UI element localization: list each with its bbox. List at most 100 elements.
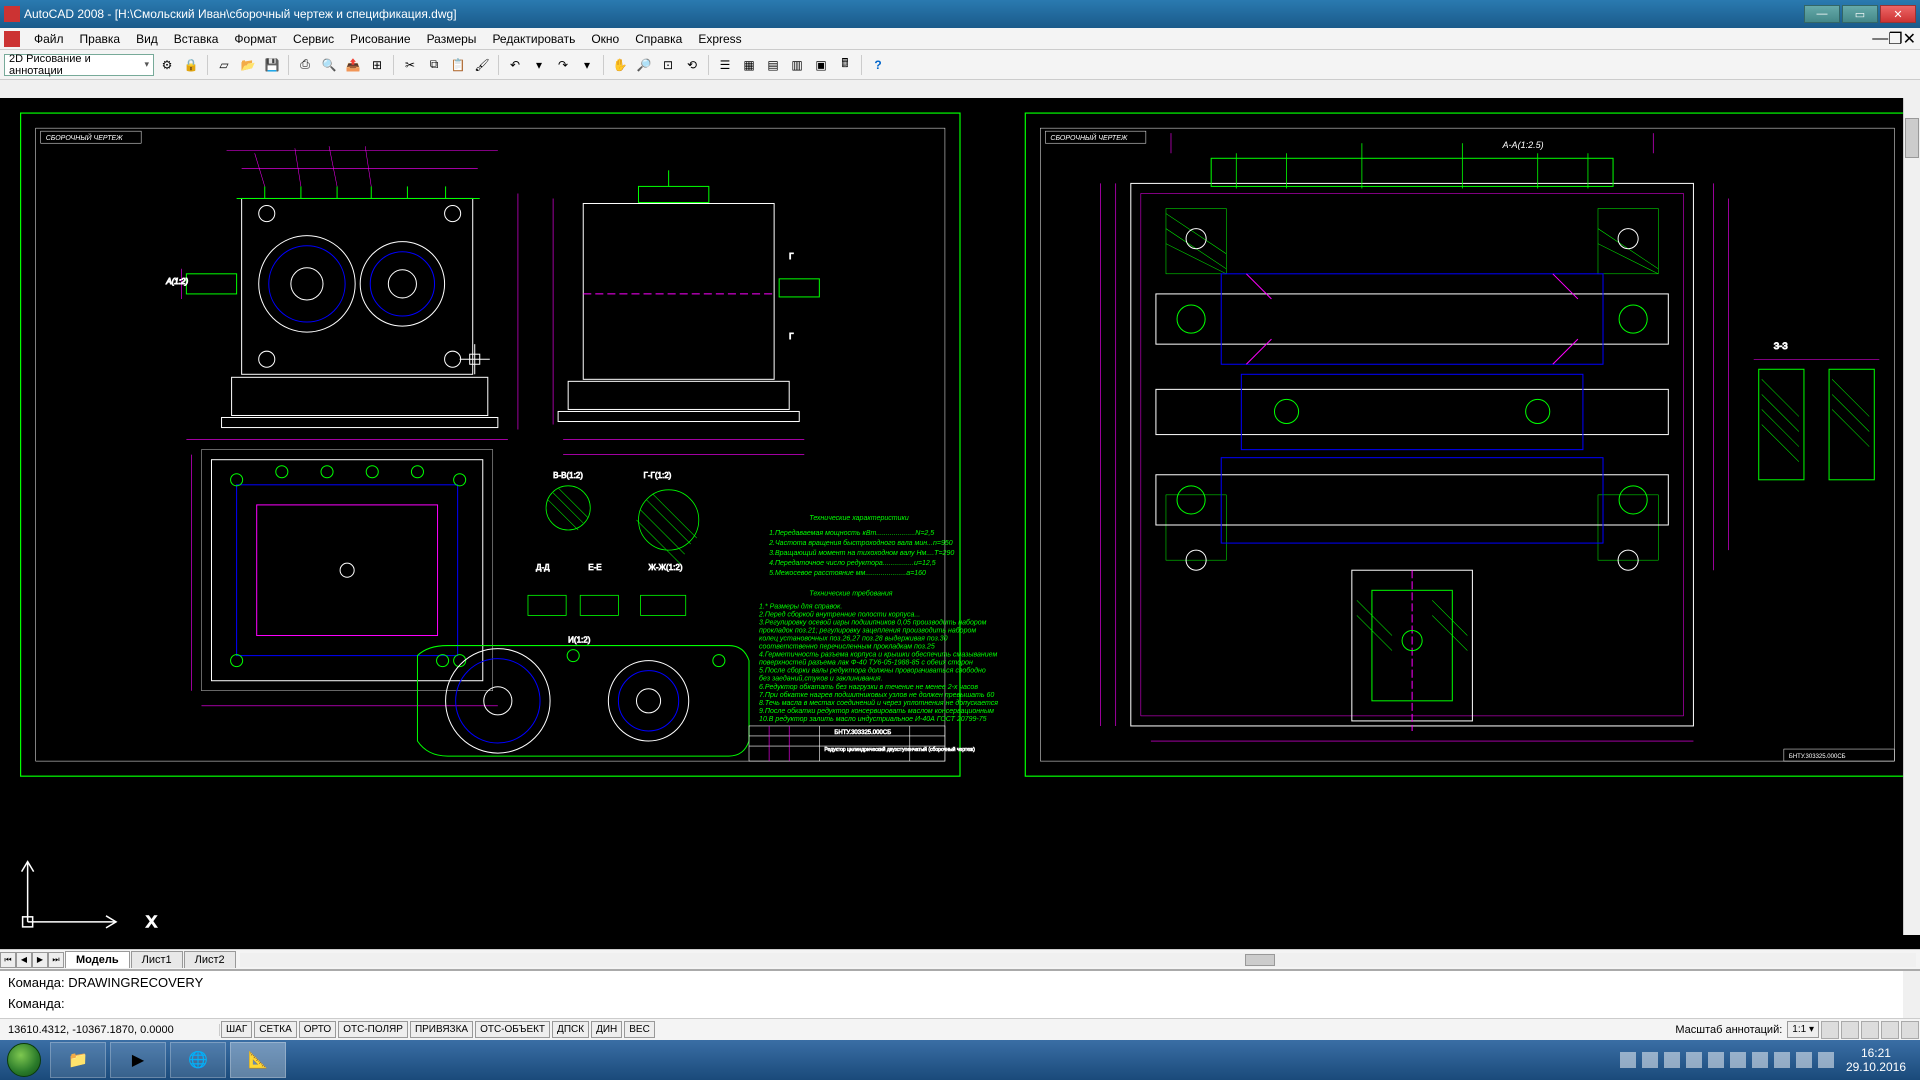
- undo-dropdown-icon[interactable]: ▾: [528, 54, 550, 76]
- match-props-icon[interactable]: 🖌: [471, 54, 493, 76]
- tray-volume-icon[interactable]: [1686, 1052, 1702, 1068]
- save-icon[interactable]: 💾: [261, 54, 283, 76]
- status-tray-icon[interactable]: [1881, 1021, 1899, 1039]
- close-button[interactable]: ✕: [1880, 5, 1916, 23]
- menu-service[interactable]: Сервис: [285, 30, 342, 48]
- tab-model[interactable]: Модель: [65, 951, 130, 968]
- tray-icon[interactable]: [1752, 1052, 1768, 1068]
- print-preview-icon[interactable]: 🔍: [318, 54, 340, 76]
- tray-icon[interactable]: [1642, 1052, 1658, 1068]
- menu-express[interactable]: Express: [690, 30, 749, 48]
- tab-sheet1[interactable]: Лист1: [131, 951, 183, 968]
- horizontal-scrollbar[interactable]: [240, 953, 1916, 967]
- menu-format[interactable]: Формат: [226, 30, 285, 48]
- maximize-button[interactable]: ▭: [1842, 5, 1878, 23]
- zoom-icon[interactable]: 🔎: [633, 54, 655, 76]
- menu-dimensions[interactable]: Размеры: [419, 30, 485, 48]
- workspace-settings-icon[interactable]: ⚙: [156, 54, 178, 76]
- taskbar-autocad[interactable]: 📐: [230, 1042, 286, 1078]
- workspace-combo[interactable]: 2D Рисование и аннотации: [4, 54, 154, 76]
- menu-window[interactable]: Окно: [583, 30, 627, 48]
- zoom-previous-icon[interactable]: ⟲: [681, 54, 703, 76]
- properties-icon[interactable]: ☰: [714, 54, 736, 76]
- redo-icon[interactable]: ↷: [552, 54, 574, 76]
- toggle-otrack[interactable]: ОТС-ОБЪЕКТ: [475, 1021, 550, 1038]
- tray-icon[interactable]: [1774, 1052, 1790, 1068]
- toggle-ducs[interactable]: ДПСК: [552, 1021, 589, 1038]
- menu-view[interactable]: Вид: [128, 30, 166, 48]
- menu-draw[interactable]: Рисование: [342, 30, 418, 48]
- toggle-ortho[interactable]: ОРТО: [299, 1021, 336, 1038]
- open-icon[interactable]: 📂: [237, 54, 259, 76]
- mdi-app-icon[interactable]: [4, 31, 20, 47]
- plot-icon[interactable]: ⊞: [366, 54, 388, 76]
- start-button[interactable]: [0, 1040, 48, 1080]
- command-prompt[interactable]: Команда:: [8, 996, 1912, 1011]
- new-icon[interactable]: ▱: [213, 54, 235, 76]
- command-scrollbar[interactable]: [1903, 971, 1920, 1023]
- cut-icon[interactable]: ✂: [399, 54, 421, 76]
- redo-dropdown-icon[interactable]: ▾: [576, 54, 598, 76]
- tab-nav-first-icon[interactable]: ⏮: [0, 952, 16, 968]
- menu-file[interactable]: Файл: [26, 30, 72, 48]
- command-line[interactable]: Команда: DRAWINGRECOVERY Команда:: [0, 969, 1920, 1023]
- zoom-window-icon[interactable]: ⊡: [657, 54, 679, 76]
- toolbar: 2D Рисование и аннотации ⚙ 🔒 ▱ 📂 💾 ⎙ 🔍 📤…: [0, 50, 1920, 80]
- title-block: БНТУ.303325.000СБ Редуктор цилиндрически…: [749, 726, 975, 761]
- tray-icon[interactable]: [1620, 1052, 1636, 1068]
- tray-icon[interactable]: [1730, 1052, 1746, 1068]
- coordinates-display[interactable]: 13610.4312, -10367.1870, 0.0000: [0, 1024, 220, 1036]
- mdi-minimize-button[interactable]: —: [1872, 30, 1888, 48]
- undo-icon[interactable]: ↶: [504, 54, 526, 76]
- quickcalc-icon[interactable]: 🖩: [834, 54, 856, 76]
- toggle-snap[interactable]: ШАГ: [221, 1021, 252, 1038]
- toggle-dyn[interactable]: ДИН: [591, 1021, 622, 1038]
- app-icon: [4, 6, 20, 22]
- annotation-autoscale-icon[interactable]: [1841, 1021, 1859, 1039]
- annotation-scale-value[interactable]: 1:1 ▾: [1787, 1021, 1819, 1038]
- menu-help[interactable]: Справка: [627, 30, 690, 48]
- tab-nav-last-icon[interactable]: ⏭: [48, 952, 64, 968]
- markup-icon[interactable]: ▣: [810, 54, 832, 76]
- taskbar-clock[interactable]: 16:21 29.10.2016: [1840, 1046, 1912, 1074]
- tray-network-icon[interactable]: [1708, 1052, 1724, 1068]
- help-icon[interactable]: ?: [867, 54, 889, 76]
- mdi-restore-button[interactable]: ❐: [1888, 29, 1902, 49]
- paste-icon[interactable]: 📋: [447, 54, 469, 76]
- taskbar-explorer[interactable]: 📁: [50, 1042, 106, 1078]
- tool-palettes-icon[interactable]: ▤: [762, 54, 784, 76]
- menu-insert[interactable]: Вставка: [166, 30, 227, 48]
- publish-icon[interactable]: 📤: [342, 54, 364, 76]
- status-lock-icon[interactable]: [1861, 1021, 1879, 1039]
- svg-text:И(1:2): И(1:2): [568, 636, 591, 645]
- tray-action-center-icon[interactable]: [1818, 1052, 1834, 1068]
- toggle-osnap[interactable]: ПРИВЯЗКА: [410, 1021, 473, 1038]
- tray-icon[interactable]: [1796, 1052, 1812, 1068]
- menu-modify[interactable]: Редактировать: [484, 30, 583, 48]
- toggle-grid[interactable]: СЕТКА: [254, 1021, 297, 1038]
- clean-screen-icon[interactable]: [1901, 1021, 1919, 1039]
- toolbar-lock-icon[interactable]: 🔒: [180, 54, 202, 76]
- toggle-lwt[interactable]: ВЕС: [624, 1021, 655, 1038]
- taskbar-chrome[interactable]: 🌐: [170, 1042, 226, 1078]
- annotation-visibility-icon[interactable]: [1821, 1021, 1839, 1039]
- pan-icon[interactable]: ✋: [609, 54, 631, 76]
- menu-edit[interactable]: Правка: [72, 30, 129, 48]
- minimize-button[interactable]: —: [1804, 5, 1840, 23]
- tab-sheet2[interactable]: Лист2: [184, 951, 236, 968]
- print-icon[interactable]: ⎙: [294, 54, 316, 76]
- mdi-close-button[interactable]: ✕: [1903, 29, 1916, 49]
- tab-nav-prev-icon[interactable]: ◀: [16, 952, 32, 968]
- tab-nav-next-icon[interactable]: ▶: [32, 952, 48, 968]
- cad-viewport[interactable]: СБОРОЧНЫЙ ЧЕРТЕЖ: [0, 98, 1920, 952]
- taskbar-mediaplayer[interactable]: ▶: [110, 1042, 166, 1078]
- design-center-icon[interactable]: ▦: [738, 54, 760, 76]
- tray-icon[interactable]: [1664, 1052, 1680, 1068]
- toggle-polar[interactable]: ОТС-ПОЛЯР: [338, 1021, 408, 1038]
- copy-icon[interactable]: ⧉: [423, 54, 445, 76]
- vertical-scrollbar[interactable]: [1903, 98, 1920, 935]
- top-view: [191, 450, 497, 706]
- sheet-set-icon[interactable]: ▥: [786, 54, 808, 76]
- section-details: В-В(1:2) Г-Г(1:2) Д-Д Е-Е Ж-Ж(1:2) И(1:2…: [528, 471, 699, 645]
- drawing-canvas[interactable]: СБОРОЧНЫЙ ЧЕРТЕЖ: [0, 98, 1920, 952]
